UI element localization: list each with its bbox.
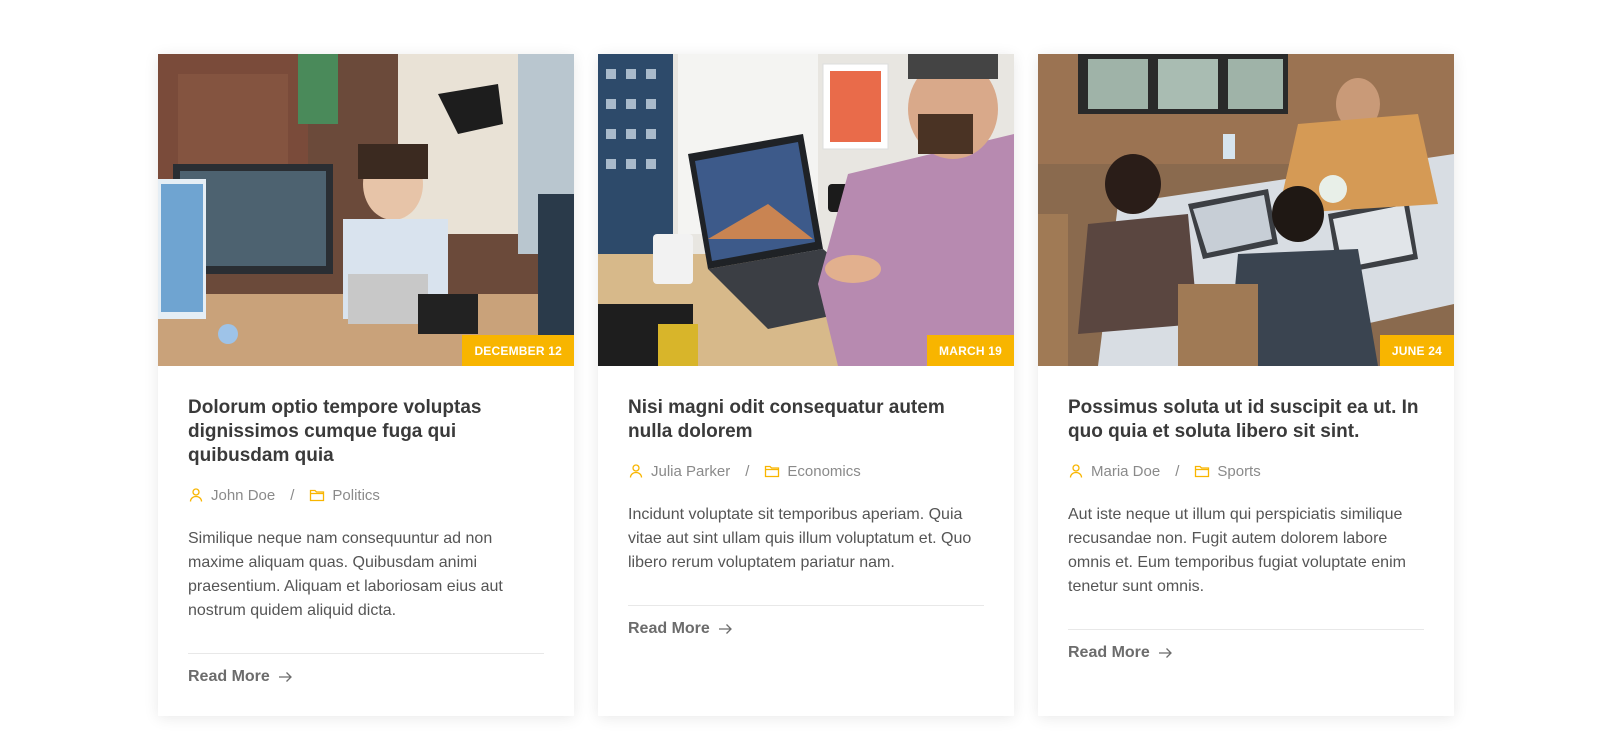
post-meta: Maria Doe / Sports <box>1068 461 1424 481</box>
meta-separator: / <box>1175 462 1180 480</box>
read-more-link[interactable]: Read More <box>1068 644 1173 662</box>
post-image[interactable]: MARCH 19 <box>598 54 1014 366</box>
arrow-right-icon <box>277 669 293 685</box>
post-card: MARCH 19 Nisi magni odit consequatur aut… <box>598 54 1014 716</box>
post-author[interactable]: Maria Doe <box>1091 463 1160 480</box>
user-icon <box>1068 463 1084 479</box>
user-icon <box>188 487 204 503</box>
meta-separator: / <box>745 462 750 480</box>
post-title[interactable]: Nisi magni odit consequatur autem nulla … <box>628 396 984 444</box>
read-more-link[interactable]: Read More <box>188 668 293 686</box>
post-divider <box>1068 629 1424 630</box>
post-excerpt: Similique neque nam consequuntur ad non … <box>188 530 503 619</box>
post-divider <box>188 653 544 654</box>
post-title[interactable]: Dolorum optio tempore voluptas dignissim… <box>188 396 544 468</box>
folder-icon <box>764 463 780 479</box>
post-excerpt: Incidunt voluptate sit temporibus aperia… <box>628 506 972 571</box>
meta-separator: / <box>290 486 295 504</box>
post-meta: Julia Parker / Economics <box>628 461 984 481</box>
blog-posts-row: DECEMBER 12 Dolorum optio tempore volupt… <box>158 54 1454 716</box>
post-card: JUNE 24 Possimus soluta ut id suscipit e… <box>1038 54 1454 716</box>
folder-icon <box>1194 463 1210 479</box>
post-meta: John Doe / Politics <box>188 485 544 505</box>
post-image[interactable]: JUNE 24 <box>1038 54 1454 366</box>
post-divider <box>628 605 984 606</box>
office-photo <box>158 54 574 366</box>
read-more-link[interactable]: Read More <box>628 620 733 638</box>
post-author[interactable]: Julia Parker <box>651 463 730 480</box>
arrow-right-icon <box>1157 645 1173 661</box>
post-title[interactable]: Possimus soluta ut id suscipit ea ut. In… <box>1068 396 1424 444</box>
team-meeting-photo <box>1038 54 1454 366</box>
post-category[interactable]: Economics <box>787 463 860 480</box>
read-more-label: Read More <box>1068 644 1150 661</box>
post-category[interactable]: Politics <box>332 487 380 504</box>
post-date-badge: JUNE 24 <box>1379 335 1454 366</box>
read-more-label: Read More <box>628 620 710 637</box>
laptop-desk-photo <box>598 54 1014 366</box>
post-card: DECEMBER 12 Dolorum optio tempore volupt… <box>158 54 574 716</box>
post-image[interactable]: DECEMBER 12 <box>158 54 574 366</box>
user-icon <box>628 463 644 479</box>
post-excerpt: Aut iste neque ut illum qui perspiciatis… <box>1068 506 1406 595</box>
post-date-badge: MARCH 19 <box>927 335 1014 366</box>
post-date-badge: DECEMBER 12 <box>462 335 574 366</box>
read-more-label: Read More <box>188 668 270 685</box>
arrow-right-icon <box>717 621 733 637</box>
post-author[interactable]: John Doe <box>211 487 275 504</box>
folder-icon <box>309 487 325 503</box>
post-category[interactable]: Sports <box>1217 463 1260 480</box>
